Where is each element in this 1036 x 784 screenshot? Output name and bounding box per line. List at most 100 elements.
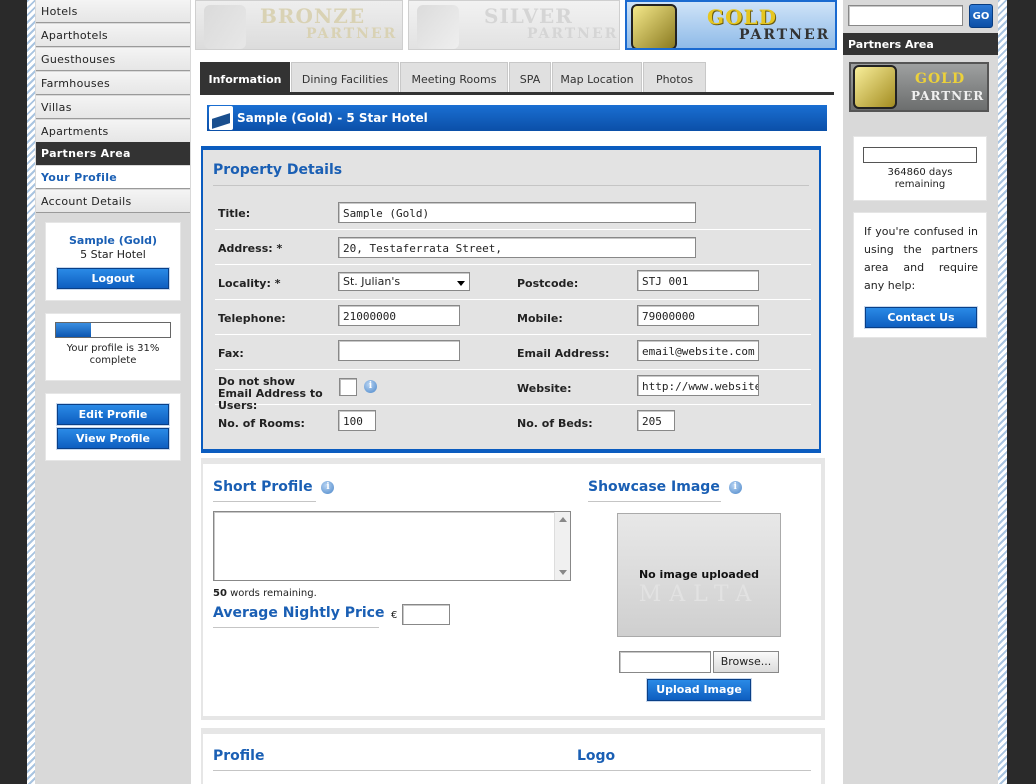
showcase-info-icon[interactable]: i — [728, 481, 742, 494]
row-address: Address: * 20, Testaferrata Street, — [215, 230, 811, 265]
profile-section-title: Profile — [213, 748, 265, 764]
property-details-title: Property Details — [213, 162, 343, 178]
right-partners-area-heading: Partners Area — [843, 33, 998, 55]
help-box: If you're confused in using the partners… — [853, 212, 987, 338]
nav-hotels[interactable]: Hotels — [36, 0, 190, 23]
profile-logo-inner: Profile Logo — [203, 734, 821, 784]
telephone-input[interactable]: 21000000 — [338, 305, 460, 326]
nav-your-profile[interactable]: Your Profile — [36, 166, 190, 189]
nav-account-details[interactable]: Account Details — [36, 190, 190, 213]
tab-dining-facilities[interactable]: Dining Facilities — [291, 62, 399, 93]
nav-villas[interactable]: Villas — [36, 96, 190, 119]
view-profile-button[interactable]: View Profile — [57, 428, 169, 449]
search-input[interactable] — [848, 5, 963, 26]
gold-logo-icon — [631, 4, 677, 48]
scroll-up-icon[interactable] — [559, 517, 567, 522]
user-type: 5 Star Hotel — [80, 248, 146, 261]
profile-progress-text: Your profile is 31% complete — [66, 343, 160, 366]
short-profile-underline — [213, 501, 316, 502]
website-input[interactable]: http://www.website.com — [637, 375, 759, 396]
bronze-word: BRONZE — [260, 4, 366, 28]
browse-button[interactable]: Browse... — [713, 651, 779, 673]
mobile-label: Mobile: — [517, 312, 563, 325]
row-telephone: Telephone: 21000000 Mobile: 79000000 — [215, 300, 811, 335]
rooms-input[interactable]: 100 — [338, 410, 376, 431]
row-fax: Fax: Email Address: email@website.com — [215, 335, 811, 370]
fax-input[interactable] — [338, 340, 460, 361]
nav-aparthotels[interactable]: Aparthotels — [36, 24, 190, 47]
row-locality: Locality: * St. Julian's Postcode: STJ 0… — [215, 265, 811, 300]
average-price-title: Average Nightly Price — [213, 605, 385, 621]
hotel-header-bar: Sample (Gold) - 5 Star Hotel — [207, 105, 827, 131]
price-input[interactable] — [402, 604, 450, 625]
gold-badge-icon — [853, 65, 897, 109]
tab-map-location[interactable]: Map Location — [552, 62, 642, 93]
short-profile-textarea[interactable] — [213, 511, 571, 581]
profile-logo-panel: Profile Logo — [201, 728, 825, 784]
bronze-sub: PARTNER — [306, 26, 398, 42]
info-icon[interactable]: i — [364, 380, 377, 393]
silver-logo-icon — [417, 5, 459, 49]
locality-label: Locality: * — [218, 277, 281, 290]
right-sidebar: GO Partners Area GOLD PARTNER 364860 day… — [843, 0, 998, 784]
hide-email-checkbox[interactable] — [339, 378, 357, 396]
upload-image-button[interactable]: Upload Image — [647, 679, 751, 701]
partners-area-heading: Partners Area — [36, 142, 190, 165]
textarea-scrollbar[interactable] — [554, 512, 570, 580]
watermark-text: MALTA — [638, 582, 760, 607]
file-path-input[interactable] — [619, 651, 711, 673]
gold-badge-sub: PARTNER — [911, 89, 985, 103]
main-content: BRONZE PARTNER SILVER PARTNER GOLD PARTN… — [193, 0, 841, 784]
showcase-underline — [588, 501, 721, 502]
showcase-image-title: Showcase Image i — [588, 479, 742, 495]
profile-progress-bar — [55, 322, 171, 338]
fax-label: Fax: — [218, 347, 244, 360]
nav-apartments[interactable]: Apartments — [36, 120, 190, 143]
tab-information[interactable]: Information — [200, 62, 290, 93]
logo-section-title: Logo — [577, 748, 616, 764]
tab-spa[interactable]: SPA — [509, 62, 551, 93]
mobile-input[interactable]: 79000000 — [637, 305, 759, 326]
postcode-input[interactable]: STJ 001 — [637, 270, 759, 291]
gold-sub: PARTNER — [739, 27, 831, 43]
short-profile-info-icon[interactable]: i — [321, 481, 335, 494]
website-label: Website: — [517, 382, 572, 395]
profile-progress-box: Your profile is 31% complete — [45, 313, 181, 381]
go-button[interactable]: GO — [969, 4, 993, 28]
address-label: Address: * — [218, 242, 283, 255]
address-input[interactable]: 20, Testaferrata Street, — [338, 237, 696, 258]
nav-farmhouses[interactable]: Farmhouses — [36, 72, 190, 95]
title-input[interactable]: Sample (Gold) — [338, 202, 696, 223]
scroll-down-icon[interactable] — [559, 570, 567, 575]
bronze-partner-banner[interactable]: BRONZE PARTNER — [195, 0, 403, 50]
tab-meeting-rooms[interactable]: Meeting Rooms — [400, 62, 508, 93]
edit-profile-button[interactable]: Edit Profile — [57, 404, 169, 425]
logout-button[interactable]: Logout — [57, 268, 169, 289]
bronze-logo-icon — [204, 5, 246, 49]
title-label: Title: — [218, 207, 251, 220]
silver-word: SILVER — [484, 4, 573, 28]
silver-sub: PARTNER — [527, 26, 619, 42]
email-input[interactable]: email@website.com — [637, 340, 759, 361]
contact-us-button[interactable]: Contact Us — [865, 307, 977, 328]
gold-word: GOLD — [707, 5, 777, 29]
left-sidebar: Hotels Aparthotels Guesthouses Farmhouse… — [35, 0, 191, 784]
tab-photos[interactable]: Photos — [643, 62, 706, 93]
hotel-header-title: Sample (Gold) - 5 Star Hotel — [237, 111, 428, 125]
showcase-image-placeholder: MALTA No image uploaded — [617, 513, 781, 637]
words-remaining: 50 words remaining. — [213, 588, 317, 599]
days-remaining-bar — [863, 147, 977, 163]
locality-select[interactable]: St. Julian's — [338, 272, 470, 291]
rooms-label: No. of Rooms: — [218, 417, 305, 430]
profile-actions-box: Edit Profile View Profile — [45, 393, 181, 461]
silver-partner-banner[interactable]: SILVER PARTNER — [408, 0, 620, 50]
nav-guesthouses[interactable]: Guesthouses — [36, 48, 190, 71]
gold-partner-banner[interactable]: GOLD PARTNER — [625, 0, 837, 50]
beds-input[interactable]: 205 — [637, 410, 675, 431]
email-label: Email Address: — [517, 347, 610, 360]
telephone-label: Telephone: — [218, 312, 286, 325]
tabs-underline — [200, 92, 834, 95]
beds-label: No. of Beds: — [517, 417, 593, 430]
right-border-stripe — [998, 0, 1007, 784]
profile-image-panel: Short Profile i 50 words remaining. Aver… — [201, 458, 825, 720]
